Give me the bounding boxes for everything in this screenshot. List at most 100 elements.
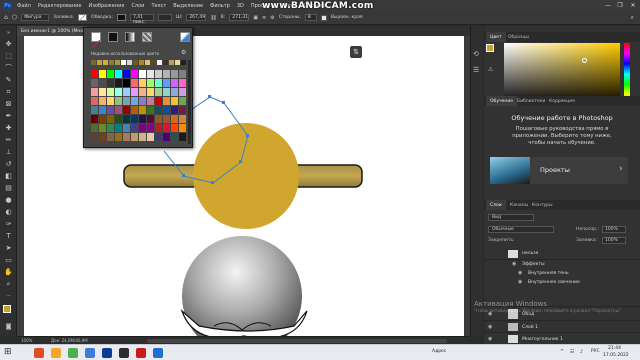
menu-filter[interactable]: Фильтр bbox=[210, 3, 230, 9]
clone-stamp-tool-icon[interactable]: ⊥ bbox=[4, 148, 13, 157]
color-swatch[interactable] bbox=[179, 115, 186, 123]
taskbar-app-icon[interactable] bbox=[34, 348, 44, 358]
menu-file[interactable]: Файл bbox=[17, 3, 31, 9]
color-swatch[interactable] bbox=[107, 106, 114, 114]
color-swatch[interactable] bbox=[139, 133, 146, 141]
color-swatch[interactable] bbox=[131, 124, 138, 132]
recent-color-swatch[interactable] bbox=[181, 60, 186, 65]
recent-color-swatch[interactable] bbox=[151, 60, 156, 65]
fill-swatch[interactable] bbox=[78, 14, 88, 21]
collapse-toolbar-icon[interactable]: » bbox=[4, 29, 13, 38]
link-icon[interactable]: ⛓ bbox=[210, 15, 216, 21]
blend-mode-select[interactable]: Обычные bbox=[488, 226, 554, 233]
tray-arrow-icon[interactable]: ^ bbox=[560, 349, 564, 355]
polygon-tool-icon[interactable]: ⬡ bbox=[12, 14, 17, 21]
recent-color-swatch[interactable] bbox=[103, 60, 108, 65]
color-swatch[interactable] bbox=[99, 115, 106, 123]
eye-icon[interactable]: ◉ bbox=[488, 336, 492, 342]
color-swatch[interactable] bbox=[91, 115, 98, 123]
color-swatch[interactable] bbox=[147, 124, 154, 132]
path-align-icon[interactable]: ≡ bbox=[262, 15, 266, 21]
color-swatch[interactable] bbox=[107, 133, 114, 141]
color-swatch[interactable] bbox=[139, 79, 146, 87]
recent-color-swatch[interactable] bbox=[169, 60, 174, 65]
taskbar-app-icon[interactable] bbox=[102, 348, 112, 358]
color-swatch[interactable] bbox=[107, 79, 114, 87]
color-swatch[interactable] bbox=[171, 115, 178, 123]
tab-adjustments[interactable]: Коррекция bbox=[545, 96, 579, 106]
menu-3d[interactable]: 3D bbox=[237, 3, 244, 9]
gradient-tool-icon[interactable]: ▤ bbox=[4, 184, 13, 193]
align-edges-checkbox[interactable] bbox=[320, 14, 327, 21]
quick-mask-icon[interactable]: ◙ bbox=[4, 322, 13, 331]
settings-icon[interactable]: ⚙ bbox=[270, 15, 274, 21]
no-color-swatch[interactable] bbox=[91, 32, 101, 49]
color-swatch[interactable] bbox=[163, 97, 170, 105]
taskbar-app-icon[interactable] bbox=[85, 348, 95, 358]
tab-color[interactable]: Цвет bbox=[486, 32, 506, 42]
color-swatch[interactable] bbox=[99, 70, 106, 78]
color-swatch[interactable] bbox=[163, 88, 170, 96]
brush-tool-icon[interactable]: ✏ bbox=[4, 136, 13, 145]
clock-time[interactable]: 21:44 bbox=[608, 346, 621, 351]
color-swatch[interactable] bbox=[155, 106, 162, 114]
recent-color-swatch[interactable] bbox=[97, 60, 102, 65]
color-swatch[interactable] bbox=[155, 88, 162, 96]
color-swatch[interactable] bbox=[163, 124, 170, 132]
color-swatch[interactable] bbox=[171, 124, 178, 132]
dodge-tool-icon[interactable]: ◐ bbox=[4, 208, 13, 217]
stroke-width-input[interactable]: 7,41 пикс. bbox=[129, 14, 154, 25]
color-swatch[interactable] bbox=[131, 79, 138, 87]
minimize-button[interactable]: — bbox=[602, 0, 614, 11]
recent-color-swatch[interactable] bbox=[163, 60, 168, 65]
shape-tool-icon[interactable]: ▭ bbox=[4, 256, 13, 265]
pen-tool-icon[interactable]: ✑ bbox=[4, 220, 13, 229]
width-input[interactable]: 267,49 bbox=[186, 14, 207, 21]
color-swatch[interactable] bbox=[123, 88, 130, 96]
color-swatch[interactable] bbox=[91, 124, 98, 132]
menu-image[interactable]: Изображение bbox=[88, 3, 124, 9]
color-swatch[interactable] bbox=[155, 115, 162, 123]
path-ops-icon[interactable]: ▣ bbox=[253, 15, 258, 21]
color-swatch[interactable] bbox=[115, 79, 122, 87]
color-swatch[interactable] bbox=[163, 133, 170, 141]
color-swatch[interactable] bbox=[139, 88, 146, 96]
layer-row[interactable]: ◉ Слой 1 bbox=[484, 320, 640, 332]
taskbar-app-icon[interactable] bbox=[68, 348, 78, 358]
color-swatch[interactable] bbox=[155, 124, 162, 132]
windows-start-icon[interactable]: ⊞ bbox=[4, 347, 12, 357]
eye-icon[interactable]: ◉ bbox=[518, 279, 522, 285]
move-tool-icon[interactable]: ✥ bbox=[4, 40, 13, 49]
color-swatch[interactable] bbox=[107, 88, 114, 96]
color-swatch[interactable] bbox=[123, 70, 130, 78]
color-swatch[interactable] bbox=[115, 115, 122, 123]
color-swatch[interactable] bbox=[131, 97, 138, 105]
gradient-option[interactable] bbox=[125, 32, 135, 42]
recent-color-swatch[interactable] bbox=[121, 60, 126, 65]
color-swatch[interactable] bbox=[147, 79, 154, 87]
color-swatch[interactable] bbox=[147, 115, 154, 123]
color-swatch[interactable] bbox=[139, 115, 146, 123]
zoom-level[interactable]: 100% bbox=[21, 338, 32, 343]
layer-row[interactable]: ◉ Многоугольник 1 bbox=[484, 332, 640, 344]
color-swatch[interactable] bbox=[147, 88, 154, 96]
sides-input[interactable]: 8 bbox=[304, 14, 317, 21]
color-swatch[interactable] bbox=[147, 97, 154, 105]
color-swatch[interactable] bbox=[91, 70, 98, 78]
color-swatch[interactable] bbox=[99, 133, 106, 141]
color-swatch[interactable] bbox=[91, 79, 98, 87]
tool-mode-select[interactable]: Фигура bbox=[21, 14, 50, 21]
color-swatch[interactable] bbox=[155, 79, 162, 87]
color-swatch[interactable] bbox=[123, 133, 130, 141]
color-swatch[interactable] bbox=[123, 106, 130, 114]
color-swatch[interactable] bbox=[179, 124, 186, 132]
color-swatch[interactable] bbox=[107, 115, 114, 123]
solid-color-option[interactable] bbox=[108, 32, 118, 42]
recent-color-swatch[interactable] bbox=[133, 60, 138, 65]
color-swatch[interactable] bbox=[179, 79, 186, 87]
color-swatch[interactable] bbox=[115, 88, 122, 96]
history-panel-icon[interactable]: ⟲ bbox=[473, 50, 479, 58]
color-swatch[interactable] bbox=[115, 133, 122, 141]
color-swatch[interactable] bbox=[171, 133, 178, 141]
color-swatch[interactable] bbox=[131, 106, 138, 114]
